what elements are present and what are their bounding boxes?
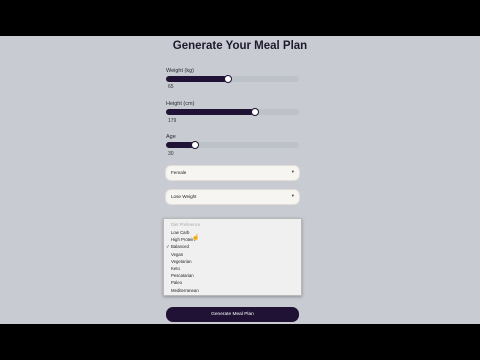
- gender-select-value: Female: [171, 170, 187, 175]
- weight-slider[interactable]: [166, 75, 299, 83]
- chevron-down-icon: ▾: [291, 193, 294, 198]
- diet-option[interactable]: Balanced: [171, 244, 189, 249]
- page-title: Generate Your Meal Plan: [172, 40, 308, 52]
- weight-value: 65: [168, 84, 174, 90]
- app-screen: Generate Your Meal Plan Weight (kg) 65 H…: [0, 36, 480, 324]
- hand-pointer-icon: ☝: [192, 235, 200, 241]
- diet-option[interactable]: Paleo: [171, 280, 182, 285]
- height-slider-thumb[interactable]: [251, 108, 259, 116]
- height-slider-fill: [166, 109, 254, 115]
- height-slider[interactable]: [166, 108, 299, 116]
- chevron-down-icon: ▾: [291, 169, 294, 174]
- age-value: 30: [168, 151, 174, 157]
- diet-option[interactable]: Keto: [171, 266, 180, 271]
- weight-slider-fill: [166, 76, 227, 82]
- diet-dropdown-list[interactable]: Diet Preference Low Carb High Protein ✓ Bal…: [163, 218, 302, 296]
- age-slider-thumb[interactable]: [191, 141, 199, 149]
- gender-select[interactable]: Female ▾: [166, 166, 299, 180]
- checkmark-icon: ✓: [166, 244, 170, 250]
- diet-option[interactable]: Mediterranean: [171, 288, 199, 293]
- weight-label: Weight (kg): [166, 68, 195, 74]
- height-value: 179: [168, 118, 177, 124]
- diet-dropdown-header: Diet Preference: [171, 222, 201, 227]
- age-slider-fill: [166, 142, 194, 148]
- age-label: Age: [166, 134, 176, 140]
- diet-option[interactable]: Vegetarian: [171, 259, 192, 264]
- height-label: Height (cm): [166, 101, 195, 107]
- weight-slider-thumb[interactable]: [224, 75, 232, 83]
- goal-select-value: Lose Weight: [171, 194, 197, 199]
- age-slider[interactable]: [166, 141, 299, 149]
- diet-option[interactable]: Low Carb: [171, 230, 189, 235]
- diet-option[interactable]: Pescatarian: [171, 273, 194, 278]
- generate-meal-plan-button[interactable]: Generate Meal Plan: [166, 307, 299, 322]
- diet-option[interactable]: Vegan: [171, 252, 183, 257]
- goal-select[interactable]: Lose Weight ▾: [166, 190, 299, 204]
